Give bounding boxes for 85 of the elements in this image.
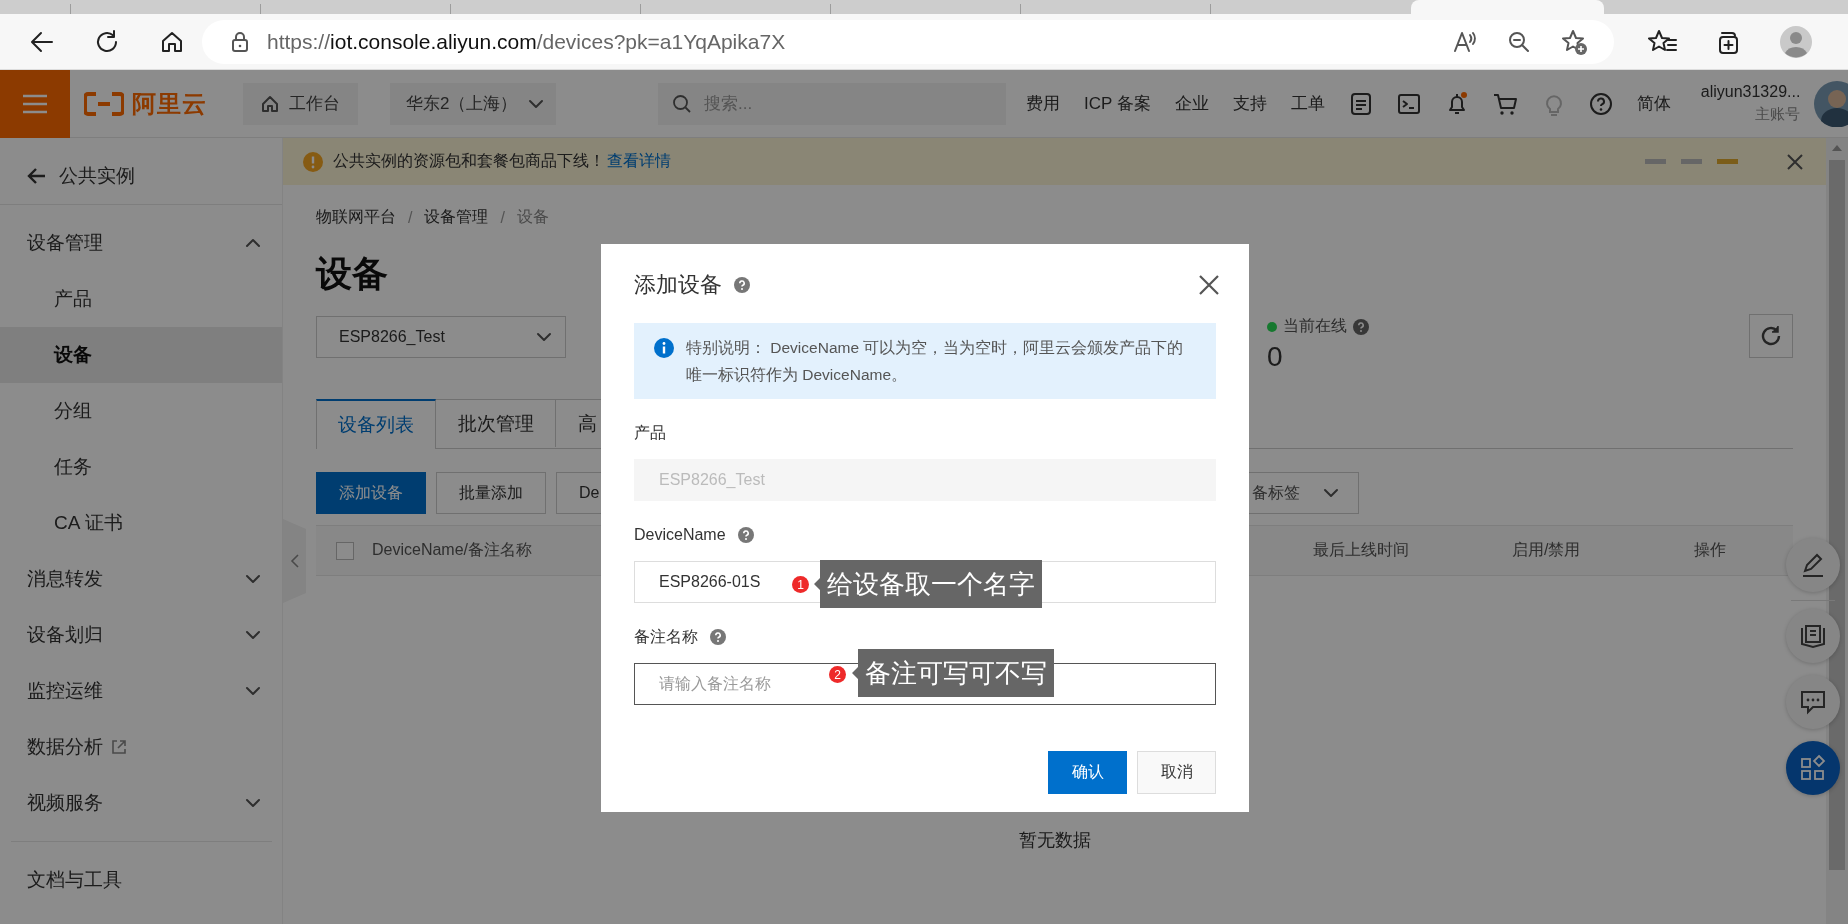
breadcrumb-link[interactable]: 设备 <box>516 207 549 228</box>
toolbar-button[interactable]: 批量添加 <box>436 472 546 514</box>
annotation-callout: 给设备取一个名字 <box>814 560 1042 608</box>
refresh-button[interactable] <box>1749 314 1793 358</box>
sidebar-group[interactable]: 消息转发 <box>0 551 282 607</box>
apps-icon <box>1799 754 1827 782</box>
logo-icon <box>84 91 124 116</box>
empty-text: 暂无数据 <box>1018 829 1091 852</box>
toolbar-button[interactable]: 添加设备 <box>316 472 426 514</box>
breadcrumb-separator: / <box>408 208 413 227</box>
breadcrumb-separator: / <box>500 208 505 227</box>
sidebar-group[interactable]: 文档与工具 <box>0 852 282 908</box>
account-name[interactable]: aliyun31329... <box>1700 83 1801 101</box>
sidebar-item[interactable]: 任务 <box>0 439 282 495</box>
back-link[interactable]: 公共实例 <box>0 148 282 205</box>
sidebar-group[interactable]: 设备划归 <box>0 607 282 663</box>
field-label: DeviceName <box>634 526 726 544</box>
column-header: 启用/禁用 <box>1512 540 1582 560</box>
terminal-icon[interactable] <box>1396 91 1421 116</box>
sidebar-group[interactable]: 视频服务 <box>0 775 282 831</box>
chat-button[interactable] <box>1786 675 1840 729</box>
warning-icon <box>303 151 323 172</box>
add-favorite-icon[interactable] <box>1560 27 1588 56</box>
external-link-icon <box>111 739 127 755</box>
close-icon[interactable] <box>1786 152 1804 171</box>
search-icon <box>672 93 692 114</box>
account-role: 主账号 <box>1755 105 1801 124</box>
help-icon[interactable] <box>1588 91 1613 116</box>
workbench-button[interactable]: 工作台 <box>243 82 358 125</box>
field-label: 产品 <box>634 422 666 443</box>
stat-value: 0 <box>1267 341 1284 373</box>
close-icon[interactable] <box>1197 273 1221 297</box>
details-link[interactable]: 查看详情 <box>607 151 671 172</box>
back-arrow-icon <box>27 166 47 186</box>
notice-text: 特别说明： DeviceName 可以为空，当为空时，阿里云会颁发产品下的唯一标识符作为 DeviceName。 <box>686 338 1185 385</box>
stat-label: 当前在线 <box>1283 316 1347 336</box>
sidebar-item[interactable]: 分组 <box>0 383 282 439</box>
help-icon <box>734 277 750 293</box>
avatar[interactable] <box>1814 80 1848 127</box>
nav-link[interactable]: 费用 <box>1026 92 1060 115</box>
menu-icon <box>21 92 49 115</box>
logo-text: 阿里云 <box>132 88 207 119</box>
home-icon <box>261 94 279 113</box>
breadcrumb-link[interactable]: 设备管理 <box>424 207 489 228</box>
confirm-button[interactable]: 确认 <box>1048 751 1127 794</box>
sidebar-item[interactable]: CA 证书 <box>0 495 282 551</box>
scroll-up-icon <box>1831 144 1843 152</box>
column-header: 操作 <box>1694 540 1726 560</box>
sidebar-group[interactable]: 设备管理 <box>0 215 282 271</box>
chevron-left-icon <box>289 553 300 569</box>
address-bar[interactable]: https://iot.console.aliyun.com/devices?pk=a1YqApika7X <box>202 19 1614 64</box>
nav-link[interactable]: 工单 <box>1290 92 1325 115</box>
region-select[interactable]: 华东2（上海） <box>390 82 556 125</box>
column-header: 最后上线时间 <box>1313 540 1410 560</box>
select-all-checkbox[interactable] <box>336 541 354 560</box>
page-title: 设备 <box>316 252 388 296</box>
cart-icon[interactable] <box>1492 91 1519 116</box>
column-header: DeviceName/备注名称 <box>372 540 534 560</box>
url-text: https://iot.console.aliyun.com/devices?pk=a1YqApika7X <box>267 29 786 54</box>
sidebar-item[interactable]: 产品 <box>0 271 282 327</box>
book-icon <box>1799 622 1827 650</box>
nav-link[interactable]: 企业 <box>1174 92 1209 115</box>
profile-icon[interactable] <box>1780 25 1812 58</box>
info-icon <box>654 338 674 358</box>
tab[interactable]: 设备列表 <box>316 399 436 449</box>
nav-link[interactable]: ICP 备案 <box>1084 92 1151 115</box>
sidebar-group[interactable]: 监控运维 <box>0 663 282 719</box>
sidebar-item[interactable]: 设备 <box>0 327 282 383</box>
dialog-title: 添加设备 <box>634 271 722 299</box>
language-link[interactable]: 简体 <box>1636 92 1671 115</box>
product-select[interactable]: ESP8266_Test <box>316 316 566 358</box>
refresh-icon <box>1759 324 1783 348</box>
nav-link[interactable]: 支持 <box>1232 92 1267 115</box>
banner-text: 公共实例的资源包和套餐包商品下线！ <box>333 151 605 171</box>
cancel-button[interactable]: 取消 <box>1137 751 1216 794</box>
chat-icon <box>1799 688 1827 716</box>
annotation-callout: 备注可写可不写 <box>852 649 1054 697</box>
apps-button[interactable] <box>1786 741 1840 795</box>
help-icon <box>1353 318 1369 335</box>
tab[interactable]: 批次管理 <box>436 399 556 447</box>
breadcrumb-link[interactable]: 物联网平台 <box>316 207 396 228</box>
lock-icon <box>230 30 250 53</box>
sidebar-group[interactable]: 数据分析 <box>0 719 282 775</box>
docs-button[interactable] <box>1786 609 1840 663</box>
field-label: 备注名称 <box>634 626 698 647</box>
